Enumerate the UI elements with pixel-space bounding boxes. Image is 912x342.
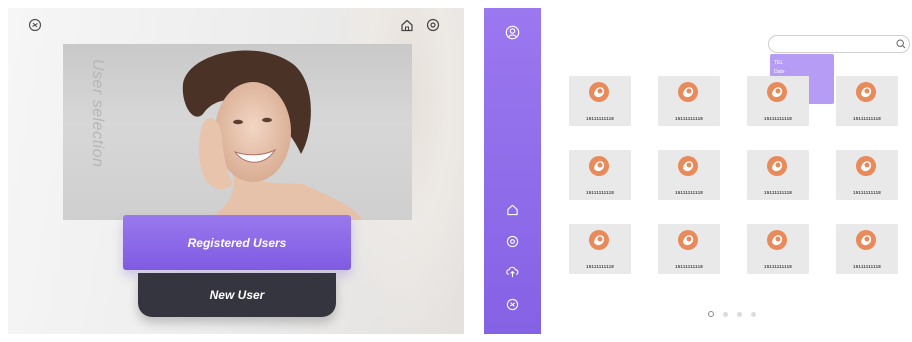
- user-card[interactable]: 15111111118: [658, 76, 720, 126]
- user-card[interactable]: 15111111118: [658, 150, 720, 200]
- sort-option-tel[interactable]: TEL: [774, 59, 830, 68]
- user-selection-screen: User selection Registered Users New User: [8, 8, 464, 334]
- user-phone: 15111111118: [586, 116, 614, 121]
- user-avatar-icon: [856, 230, 876, 250]
- user-phone: 15111111118: [764, 264, 792, 269]
- page-dot-2[interactable]: [723, 311, 728, 317]
- user-avatar-icon: [856, 82, 876, 102]
- user-avatar-icon: [856, 156, 876, 176]
- profile-icon[interactable]: [505, 25, 520, 40]
- new-user-button[interactable]: New User: [138, 273, 336, 317]
- user-avatar-icon: [678, 82, 698, 102]
- page-dot-3[interactable]: [737, 311, 742, 317]
- user-avatar-icon: [678, 156, 698, 176]
- user-card[interactable]: 15111111118: [569, 76, 631, 126]
- page-dot-1[interactable]: [708, 311, 714, 317]
- user-card[interactable]: 15111111118: [836, 150, 898, 200]
- user-phone: 15111111118: [586, 264, 614, 269]
- user-phone: 15111111118: [675, 190, 703, 195]
- user-card[interactable]: 15111111118: [747, 150, 809, 200]
- user-card[interactable]: 15111111118: [658, 224, 720, 274]
- search-icon[interactable]: [896, 39, 906, 49]
- photo-side-text: User selection: [89, 59, 106, 168]
- user-phone: 15111111118: [853, 116, 881, 121]
- user-avatar-icon: [767, 230, 787, 250]
- user-avatar-icon: [589, 156, 609, 176]
- user-card[interactable]: 15111111118: [747, 224, 809, 274]
- upload-icon[interactable]: [505, 265, 520, 278]
- user-phone: 15111111118: [586, 190, 614, 195]
- user-avatar-icon: [589, 82, 609, 102]
- user-card[interactable]: 15111111118: [569, 150, 631, 200]
- user-phone: 15111111118: [764, 116, 792, 121]
- user-card[interactable]: 15111111118: [836, 76, 898, 126]
- user-avatar-icon: [589, 230, 609, 250]
- woman-portrait-image: [182, 50, 363, 220]
- search-input[interactable]: [768, 35, 910, 53]
- user-phone: 15111111118: [675, 116, 703, 121]
- user-phone: 15111111118: [675, 264, 703, 269]
- user-phone: 15111111118: [853, 264, 881, 269]
- settings-icon[interactable]: [426, 18, 440, 32]
- logo-icon[interactable]: [28, 18, 42, 32]
- user-card[interactable]: 15111111118: [569, 224, 631, 274]
- home-icon[interactable]: [506, 203, 519, 216]
- user-card[interactable]: 15111111118: [747, 76, 809, 126]
- user-phone: 15111111118: [853, 190, 881, 195]
- home-icon[interactable]: [400, 18, 414, 32]
- user-avatar-icon: [767, 82, 787, 102]
- user-avatar-icon: [767, 156, 787, 176]
- sidebar: [484, 8, 541, 334]
- logo-icon[interactable]: [506, 298, 519, 311]
- user-phone: 15111111118: [764, 190, 792, 195]
- user-card[interactable]: 15111111118: [836, 224, 898, 274]
- user-avatar-icon: [678, 230, 698, 250]
- registered-users-button[interactable]: Registered Users: [123, 215, 351, 270]
- settings-icon[interactable]: [506, 235, 519, 248]
- user-portrait-photo: User selection: [63, 44, 412, 220]
- page-dot-4[interactable]: [751, 311, 756, 317]
- pagination-dots: [708, 310, 756, 318]
